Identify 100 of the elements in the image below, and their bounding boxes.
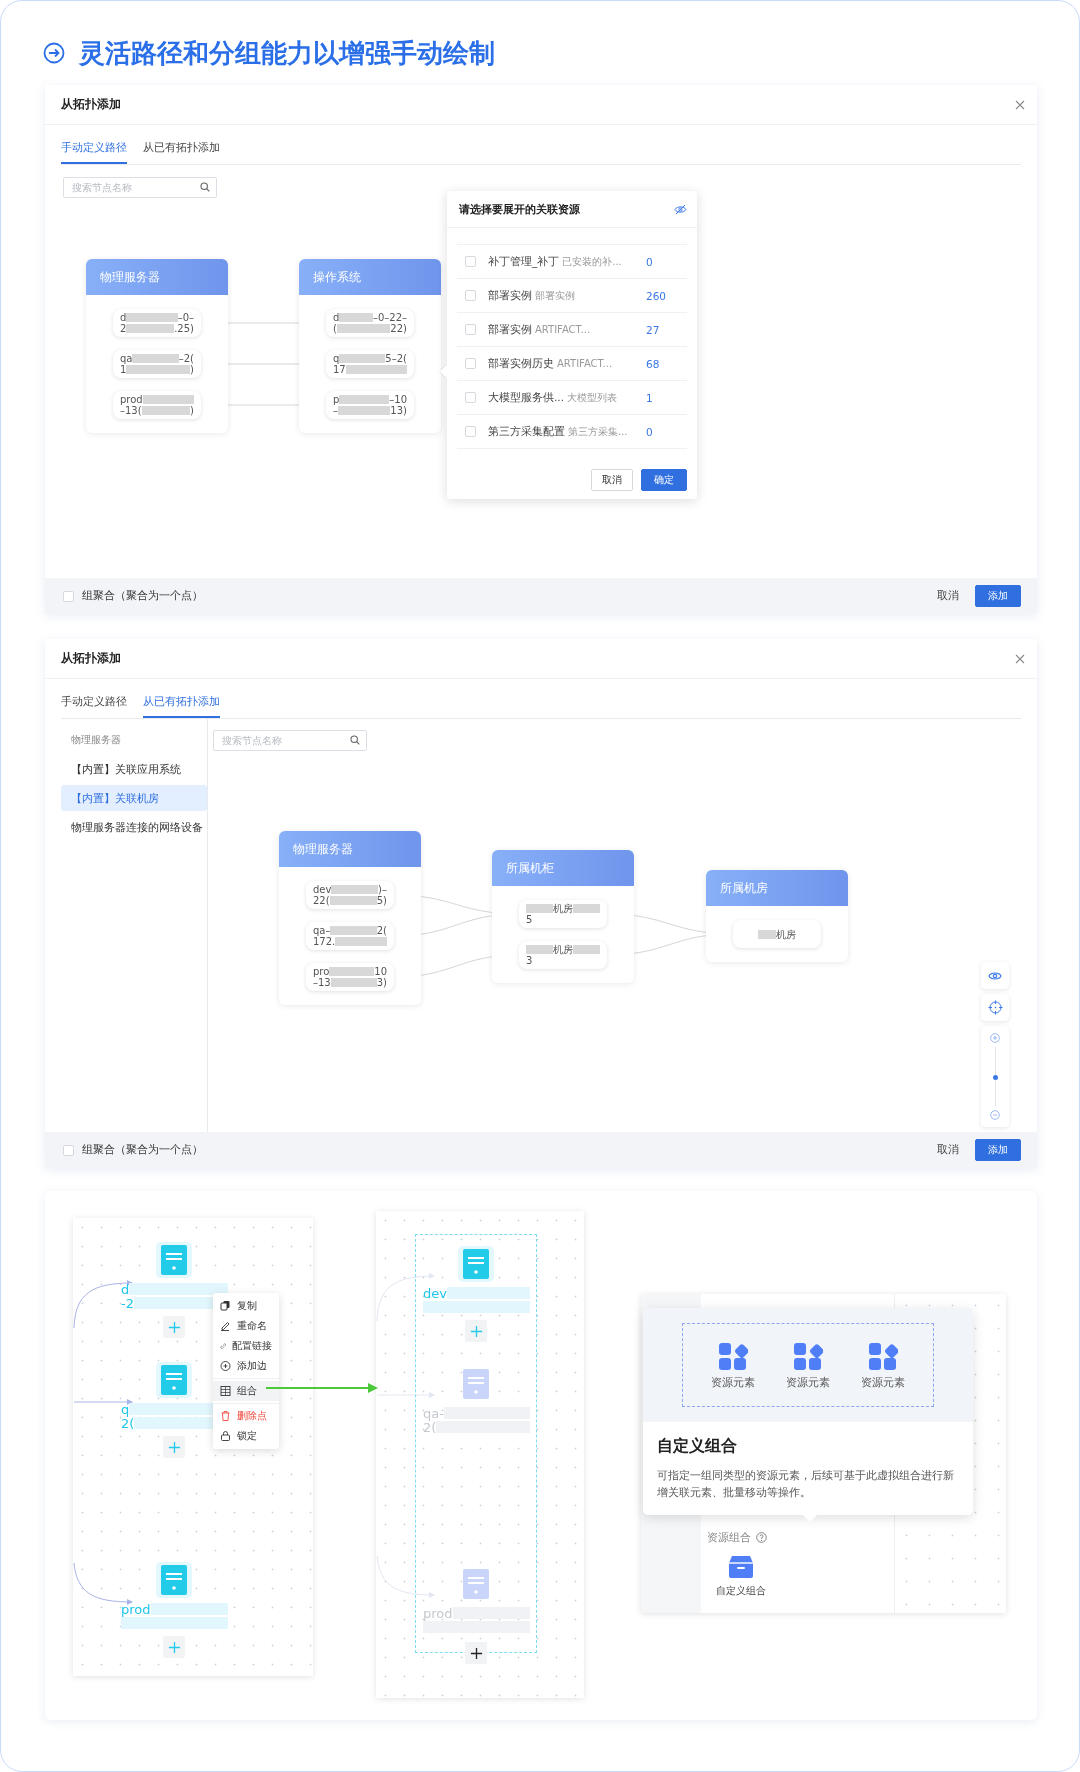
plus-icon bbox=[167, 1440, 181, 1454]
arrow-circle-icon bbox=[43, 42, 65, 64]
cancel-button[interactable]: 取消 bbox=[929, 1143, 967, 1157]
locate-button[interactable] bbox=[981, 994, 1009, 1021]
redacted-block bbox=[126, 365, 191, 374]
search-icon[interactable] bbox=[350, 734, 360, 745]
dialog-title: 从拓扑添加 bbox=[61, 650, 121, 667]
node-label: – bbox=[333, 405, 338, 416]
node-pill[interactable]: dev )– 22( 5) bbox=[306, 881, 394, 909]
menu-item[interactable]: 组合 bbox=[213, 1381, 279, 1401]
server-icon[interactable] bbox=[156, 1242, 192, 1278]
menu-item[interactable]: 添加边 bbox=[213, 1356, 279, 1376]
tab[interactable]: 从已有拓扑添加 bbox=[143, 693, 220, 718]
group-header: 物理服务器 bbox=[279, 831, 421, 867]
menu-item[interactable]: 配置链接 bbox=[213, 1336, 279, 1356]
sidebar-item[interactable]: 物理服务器连接的网络设备 bbox=[61, 814, 207, 840]
cancel-button[interactable]: 取消 bbox=[591, 469, 633, 491]
search-field[interactable]: 搜索节点名称 bbox=[213, 730, 367, 751]
tab[interactable]: 从已有拓扑添加 bbox=[143, 139, 220, 164]
element-label: 资源元素 bbox=[710, 1375, 755, 1390]
sidebar-item[interactable]: 【内置】关联机房 bbox=[61, 785, 207, 811]
checkbox[interactable] bbox=[465, 256, 476, 267]
node-pill[interactable]: qa –2( 1 ) bbox=[113, 350, 201, 378]
server-icon[interactable] bbox=[458, 1246, 494, 1282]
menu-item[interactable]: 删除点 bbox=[213, 1406, 279, 1426]
server-icon[interactable] bbox=[156, 1562, 192, 1598]
zoom-in-icon[interactable] bbox=[990, 1033, 1000, 1043]
node-pill[interactable]: qa– 2( 172. bbox=[306, 922, 394, 950]
node-pill[interactable]: d –0–22– ( 22) bbox=[326, 309, 414, 337]
node-pill[interactable]: q 5–2( 17 bbox=[326, 350, 414, 378]
tab[interactable]: 手动定义路径 bbox=[61, 693, 127, 718]
redacted-block bbox=[526, 904, 553, 913]
node-label: d bbox=[120, 312, 127, 323]
edge-arrow bbox=[376, 1555, 435, 1598]
node-label: dev bbox=[313, 884, 332, 895]
add-button[interactable]: 添加 bbox=[975, 1139, 1021, 1161]
eye-off-icon[interactable] bbox=[674, 203, 687, 215]
node-label: 2 bbox=[120, 323, 127, 334]
node-label: dev bbox=[423, 1285, 447, 1301]
node-label: 22) bbox=[390, 323, 407, 334]
node-pill[interactable]: d –0– 2 .25) bbox=[113, 309, 201, 337]
zoom-out-icon[interactable] bbox=[990, 1110, 1000, 1120]
node-pill[interactable]: p –10 – 13) bbox=[326, 391, 414, 419]
help-icon[interactable] bbox=[756, 1532, 767, 1543]
close-icon[interactable] bbox=[1015, 653, 1025, 664]
search-icon[interactable] bbox=[200, 181, 210, 192]
node-pill[interactable]: pro 10 –13 3) bbox=[306, 963, 394, 991]
link-icon bbox=[220, 1343, 226, 1349]
confirm-button[interactable]: 确定 bbox=[641, 469, 687, 491]
checkbox[interactable] bbox=[465, 426, 476, 437]
redacted-block bbox=[331, 885, 379, 894]
checkbox[interactable] bbox=[465, 358, 476, 369]
zoom-thumb[interactable] bbox=[992, 1074, 998, 1080]
node-pill[interactable]: 机房 bbox=[733, 920, 821, 948]
node-label: 1 bbox=[120, 364, 127, 375]
checkbox[interactable] bbox=[63, 590, 74, 602]
menu-item[interactable]: 复制 bbox=[213, 1296, 279, 1316]
group-header: 所属机房 bbox=[706, 870, 848, 906]
edge-arrow bbox=[73, 1562, 133, 1605]
resource-detail: ARTIFACT... bbox=[535, 323, 591, 335]
close-icon[interactable] bbox=[1015, 99, 1025, 110]
checkbox[interactable] bbox=[465, 290, 476, 301]
redacted-block bbox=[126, 324, 175, 333]
node-label: 172. bbox=[313, 936, 336, 947]
redacted-block bbox=[329, 896, 377, 905]
search-field[interactable]: 搜索节点名称 bbox=[63, 177, 217, 198]
plus-icon bbox=[469, 1646, 483, 1660]
redacted-block bbox=[758, 929, 776, 939]
edge-arrow bbox=[73, 1399, 133, 1405]
cancel-button[interactable]: 取消 bbox=[929, 589, 967, 603]
sidebar-item[interactable]: 【内置】关联应用系统 bbox=[61, 756, 207, 782]
group-header: 操作系统 bbox=[299, 259, 441, 295]
pen-icon bbox=[220, 1322, 230, 1331]
node-label: prod bbox=[423, 1605, 453, 1621]
add-button[interactable]: 添加 bbox=[975, 585, 1021, 607]
node-label: –2( bbox=[178, 353, 194, 364]
checkbox-label: 组聚合（聚合为一个点） bbox=[82, 1143, 203, 1157]
node-pill[interactable]: 机房 5 bbox=[519, 900, 607, 928]
node-label: 2( bbox=[121, 1415, 135, 1431]
tab[interactable]: 手动定义路径 bbox=[61, 139, 127, 164]
server-icon[interactable] bbox=[156, 1362, 192, 1398]
menu-item[interactable]: 重命名 bbox=[213, 1316, 279, 1336]
box-icon[interactable] bbox=[728, 1555, 754, 1579]
checkbox[interactable] bbox=[63, 1144, 74, 1156]
checkbox[interactable] bbox=[465, 392, 476, 403]
add-button[interactable] bbox=[465, 1642, 487, 1664]
redacted-block bbox=[142, 395, 194, 404]
eye-button[interactable] bbox=[981, 962, 1009, 989]
plus-icon bbox=[167, 1320, 181, 1334]
zoom-slider[interactable] bbox=[981, 1026, 1009, 1127]
checkbox[interactable] bbox=[465, 324, 476, 335]
node-pill[interactable]: 机房 3 bbox=[519, 941, 607, 969]
node-label: 10 bbox=[374, 966, 387, 977]
menu-item[interactable]: 锁定 bbox=[213, 1426, 279, 1446]
node-label: 2( bbox=[423, 1419, 437, 1435]
element-label: 资源元素 bbox=[861, 1375, 906, 1390]
node-label: –0–22– bbox=[372, 312, 407, 323]
node-pill[interactable]: prod –13( ) bbox=[113, 391, 201, 419]
redacted-block bbox=[345, 365, 407, 374]
node-label: 2( bbox=[376, 925, 387, 936]
